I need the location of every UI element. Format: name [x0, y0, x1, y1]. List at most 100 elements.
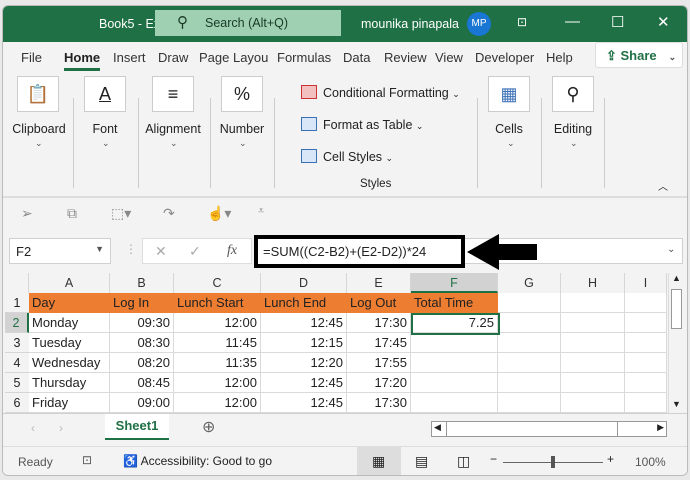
- alignment-label[interactable]: Alignment: [141, 122, 205, 136]
- cell-H6[interactable]: [561, 393, 625, 413]
- row-header-1[interactable]: 1: [5, 293, 29, 313]
- cell-E5[interactable]: 17:20: [347, 373, 411, 393]
- conditional-formatting-button[interactable]: Conditional Formatting ⌄: [301, 85, 460, 100]
- font-icon[interactable]: A: [84, 76, 126, 112]
- clipboard-icon[interactable]: 📋: [17, 76, 59, 112]
- cell-B2[interactable]: 09:30: [110, 313, 174, 333]
- minimize-button[interactable]: —: [565, 13, 580, 30]
- cell-D6[interactable]: 12:45: [261, 393, 347, 413]
- avatar[interactable]: MP: [467, 12, 491, 36]
- expand-formula-bar-icon[interactable]: ⌄: [667, 244, 675, 255]
- close-button[interactable]: ✕: [657, 13, 670, 31]
- cell-D5[interactable]: 12:45: [261, 373, 347, 393]
- cell-D1[interactable]: Lunch End: [261, 293, 347, 313]
- cell-H1[interactable]: [561, 293, 625, 313]
- zoom-level[interactable]: 100%: [635, 455, 666, 469]
- cell-G5[interactable]: [498, 373, 561, 393]
- cell-G6[interactable]: [498, 393, 561, 413]
- row-header-5[interactable]: 5: [5, 373, 29, 393]
- editing-label[interactable]: Editing: [543, 122, 603, 136]
- cell-E3[interactable]: 17:45: [347, 333, 411, 353]
- number-label[interactable]: Number: [212, 122, 272, 136]
- cell-B1[interactable]: Log In: [110, 293, 174, 313]
- cells-icon[interactable]: ▦: [488, 76, 530, 112]
- cell-I2[interactable]: [625, 313, 667, 333]
- scroll-down-icon[interactable]: ▼: [672, 399, 681, 409]
- cell-C1[interactable]: Lunch Start: [174, 293, 261, 313]
- maximize-button[interactable]: ☐: [611, 13, 624, 31]
- cell-F1[interactable]: Total Time: [411, 293, 498, 313]
- tab-draw[interactable]: Draw: [158, 50, 188, 65]
- cell-E1[interactable]: Log Out: [347, 293, 411, 313]
- cell-B4[interactable]: 08:20: [110, 353, 174, 373]
- cell-F3[interactable]: [411, 333, 498, 353]
- cell-G1[interactable]: [498, 293, 561, 313]
- cell-G2[interactable]: [498, 313, 561, 333]
- cell-C2[interactable]: 12:00: [174, 313, 261, 333]
- tab-data[interactable]: Data: [343, 50, 370, 65]
- cell-A5[interactable]: Thursday: [29, 373, 110, 393]
- cell-I6[interactable]: [625, 393, 667, 413]
- chevron-down-icon[interactable]: ⌄: [102, 138, 110, 149]
- cell-D4[interactable]: 12:20: [261, 353, 347, 373]
- cell-H3[interactable]: [561, 333, 625, 353]
- cell-E4[interactable]: 17:55: [347, 353, 411, 373]
- cell-A3[interactable]: Tuesday: [29, 333, 110, 353]
- enter-icon[interactable]: ✓: [189, 243, 201, 260]
- font-label[interactable]: Font: [75, 122, 135, 136]
- editing-search-icon[interactable]: ⚲: [552, 76, 594, 112]
- tab-file[interactable]: File: [21, 50, 42, 65]
- cell-A6[interactable]: Friday: [29, 393, 110, 413]
- select-all-corner[interactable]: [5, 273, 29, 293]
- page-layout-view-icon[interactable]: ▤: [415, 453, 428, 470]
- chevron-down-icon[interactable]: ⌄: [170, 138, 178, 149]
- column-header-B[interactable]: B: [110, 273, 174, 293]
- search-box[interactable]: ⚲ Search (Alt+Q): [155, 10, 341, 36]
- zoom-slider-thumb[interactable]: [551, 456, 555, 468]
- cell-E6[interactable]: 17:30: [347, 393, 411, 413]
- format-as-table-button[interactable]: Format as Table ⌄: [301, 117, 423, 132]
- column-header-E[interactable]: E: [347, 273, 411, 293]
- share-button[interactable]: ⇪ Share ⌄: [595, 42, 683, 68]
- alignment-icon[interactable]: ≡: [152, 76, 194, 112]
- cell-C5[interactable]: 12:00: [174, 373, 261, 393]
- clipboard-label[interactable]: Clipboard: [9, 122, 69, 136]
- row-header-2[interactable]: 2: [5, 313, 29, 333]
- cell-F2[interactable]: 7.25: [411, 313, 498, 333]
- send-icon[interactable]: ➢: [21, 205, 33, 222]
- chevron-down-icon[interactable]: ⌄: [507, 138, 515, 149]
- cell-C3[interactable]: 11:45: [174, 333, 261, 353]
- column-header-I[interactable]: I: [625, 273, 667, 293]
- column-header-H[interactable]: H: [561, 273, 625, 293]
- cell-A2[interactable]: Monday: [29, 313, 110, 333]
- macro-record-icon[interactable]: ⊡: [82, 453, 92, 467]
- cell-styles-button[interactable]: Cell Styles ⌄: [301, 149, 393, 164]
- chevron-down-icon[interactable]: ⌄: [239, 138, 247, 149]
- chevron-down-icon[interactable]: ⌄: [570, 138, 578, 149]
- tab-insert[interactable]: Insert: [113, 50, 146, 65]
- scroll-thumb[interactable]: [671, 289, 682, 329]
- column-header-A[interactable]: A: [29, 273, 110, 293]
- cell-I1[interactable]: [625, 293, 667, 313]
- cell-C6[interactable]: 12:00: [174, 393, 261, 413]
- cell-E2[interactable]: 17:30: [347, 313, 411, 333]
- cancel-icon[interactable]: ✕: [155, 243, 167, 260]
- tab-help[interactable]: Help: [546, 50, 573, 65]
- column-header-D[interactable]: D: [261, 273, 347, 293]
- horizontal-scrollbar[interactable]: ◀ ▶: [431, 421, 667, 437]
- cell-B3[interactable]: 08:30: [110, 333, 174, 353]
- ribbon-display-icon[interactable]: ⊡: [517, 15, 527, 29]
- next-sheet-icon[interactable]: ›: [59, 421, 63, 435]
- redo-icon[interactable]: ↷: [163, 205, 175, 222]
- cell-B6[interactable]: 09:00: [110, 393, 174, 413]
- add-sheet-icon[interactable]: ⊕: [202, 417, 215, 437]
- sheet-tab-sheet1[interactable]: Sheet1: [105, 414, 169, 440]
- tab-developer[interactable]: Developer: [475, 50, 534, 65]
- vertical-scrollbar[interactable]: ▲ ▼: [668, 273, 684, 413]
- cell-F6[interactable]: [411, 393, 498, 413]
- normal-view-button[interactable]: ▦: [357, 447, 401, 475]
- chevron-down-icon[interactable]: ⌄: [35, 138, 43, 149]
- row-header-3[interactable]: 3: [5, 333, 29, 353]
- cell-D3[interactable]: 12:15: [261, 333, 347, 353]
- cell-D2[interactable]: 12:45: [261, 313, 347, 333]
